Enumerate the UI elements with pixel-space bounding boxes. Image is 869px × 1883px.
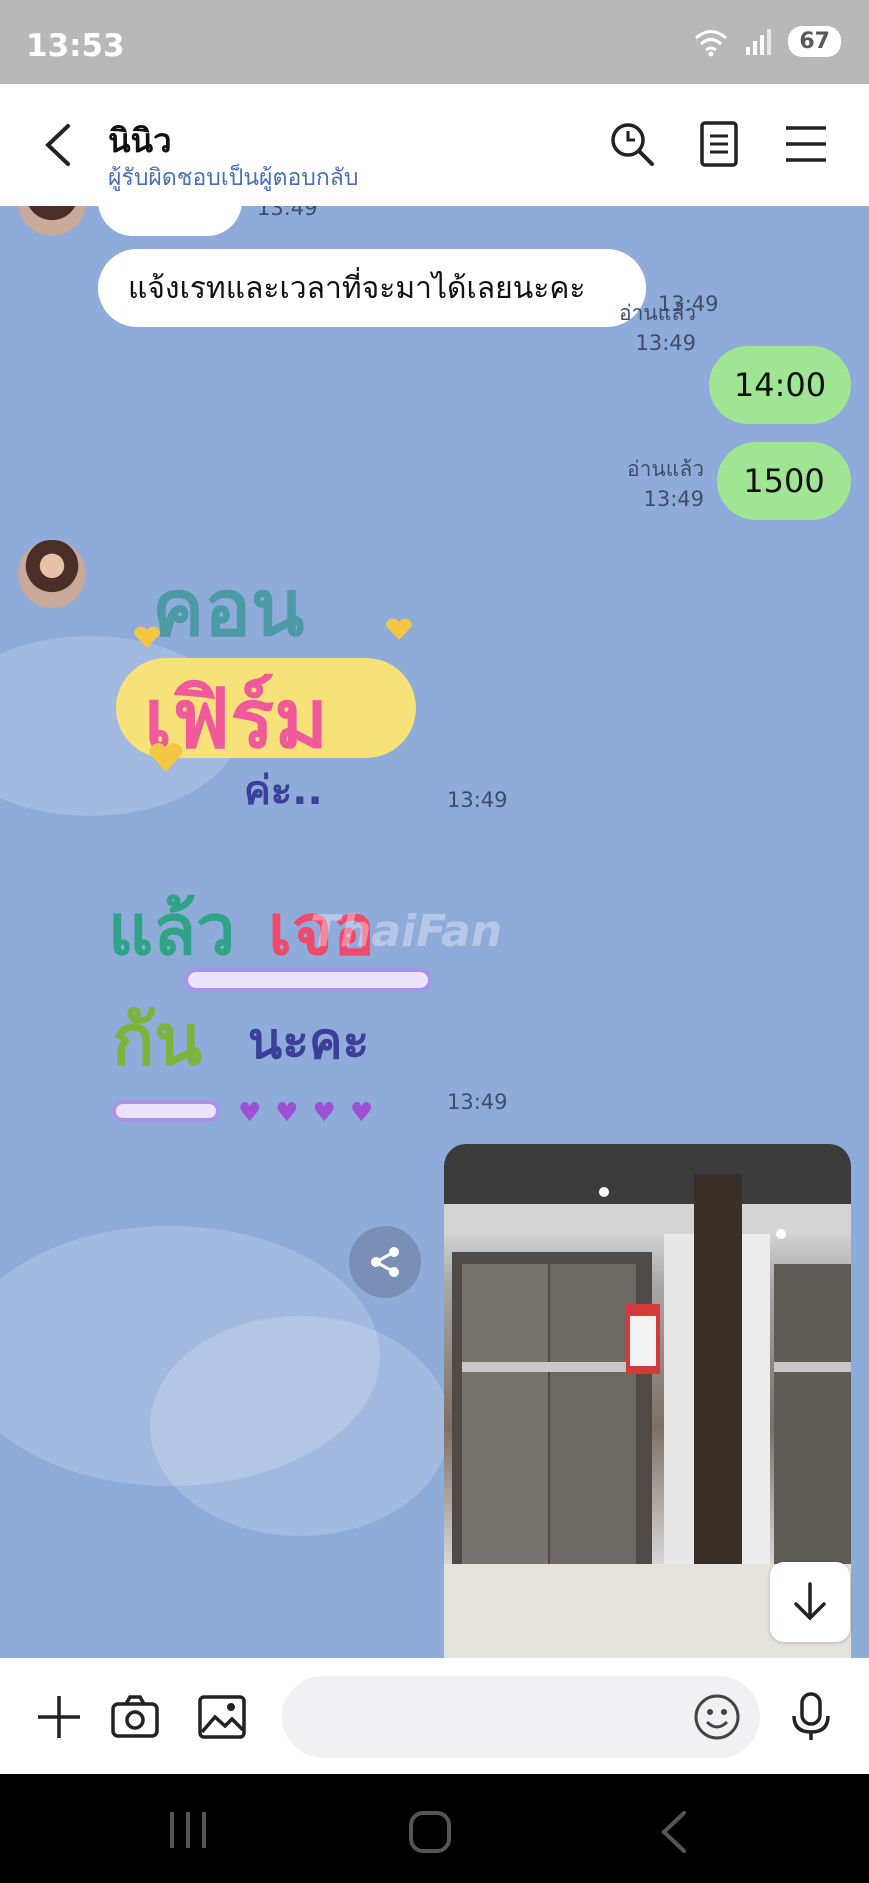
home-icon[interactable]: [408, 1810, 452, 1854]
camera-icon[interactable]: [110, 1692, 160, 1742]
sticker-underline: [116, 1104, 216, 1118]
sticker-hearts: ♥♥♥♥: [238, 1098, 388, 1128]
search-icon[interactable]: [608, 120, 656, 168]
emoji-icon[interactable]: [692, 1692, 742, 1742]
sticker-text: คอน: [152, 564, 305, 654]
sticker-text: นะคะ: [248, 1012, 370, 1070]
message-time: 13:49: [643, 487, 704, 511]
recent-apps-icon[interactable]: [166, 1810, 210, 1850]
system-navigation-bar: [0, 1774, 869, 1883]
share-icon: [371, 1247, 399, 1277]
wifi-icon: [695, 29, 728, 56]
microphone-icon[interactable]: [786, 1692, 836, 1742]
back-icon[interactable]: [36, 120, 86, 170]
heart-icon: [133, 626, 161, 648]
notes-icon[interactable]: [695, 120, 743, 168]
read-label: อ่านแล้ว: [619, 301, 696, 325]
sticker-text: กัน: [112, 999, 203, 1081]
status-time: 13:53: [26, 28, 125, 64]
sticker-text: ค่ะ..: [244, 768, 323, 814]
outgoing-message[interactable]: 14:00: [709, 346, 851, 424]
arrow-down-icon: [794, 1582, 826, 1621]
message-input-bar: [0, 1658, 869, 1774]
read-receipt: อ่านแล้ว 13:49: [590, 298, 696, 358]
outgoing-message[interactable]: 1500: [717, 442, 851, 520]
heart-icon: [149, 743, 183, 772]
sticker-confirm[interactable]: คอน เฟิร์ม ค่ะ..: [112, 546, 432, 821]
share-button[interactable]: [349, 1226, 421, 1298]
back-nav-icon[interactable]: [656, 1810, 692, 1854]
read-receipt: อ่านแล้ว 13:49: [598, 454, 704, 514]
incoming-bubble-partial: [98, 206, 242, 236]
chat-header: นินิว ผู้รับผิดชอบเป็นผู้ตอบกลับ: [0, 84, 869, 206]
read-label: อ่านแล้ว: [627, 457, 704, 481]
message-input[interactable]: [282, 1676, 760, 1758]
heart-icon: [385, 618, 413, 640]
sticker-see-you[interactable]: แล้ว เจอ กัน นะคะ ♥♥♥♥: [108, 854, 438, 1128]
message-time: 13:49: [257, 206, 318, 220]
sticker-text: แล้ว: [108, 889, 236, 971]
message-time: 13:49: [447, 788, 508, 812]
menu-icon[interactable]: [782, 120, 830, 168]
plus-icon[interactable]: [34, 1692, 84, 1742]
scroll-to-bottom-button[interactable]: [770, 1562, 850, 1642]
incoming-message[interactable]: แจ้งเรทและเวลาที่จะมาได้เลยนะคะ: [98, 249, 646, 327]
status-bar: 13:53 67: [0, 0, 869, 84]
watermark: ThaiFan: [310, 906, 503, 957]
signal-icon: [746, 28, 772, 55]
battery-indicator: 67: [788, 26, 841, 57]
sticker-underline: [188, 972, 428, 988]
message-time: 13:49: [447, 1090, 508, 1114]
contact-avatar[interactable]: [18, 540, 86, 608]
chat-area[interactable]: 13:49 แจ้งเรทและเวลาที่จะมาได้เลยนะคะ 13…: [0, 206, 869, 1658]
background-cloud: [150, 1316, 450, 1536]
contact-avatar[interactable]: [18, 206, 86, 236]
chat-subtitle: ผู้รับผิดชอบเป็นผู้ตอบกลับ: [108, 165, 359, 191]
status-icons: 67: [692, 26, 841, 57]
message-time: 13:49: [635, 331, 696, 355]
image-icon[interactable]: [197, 1692, 247, 1742]
